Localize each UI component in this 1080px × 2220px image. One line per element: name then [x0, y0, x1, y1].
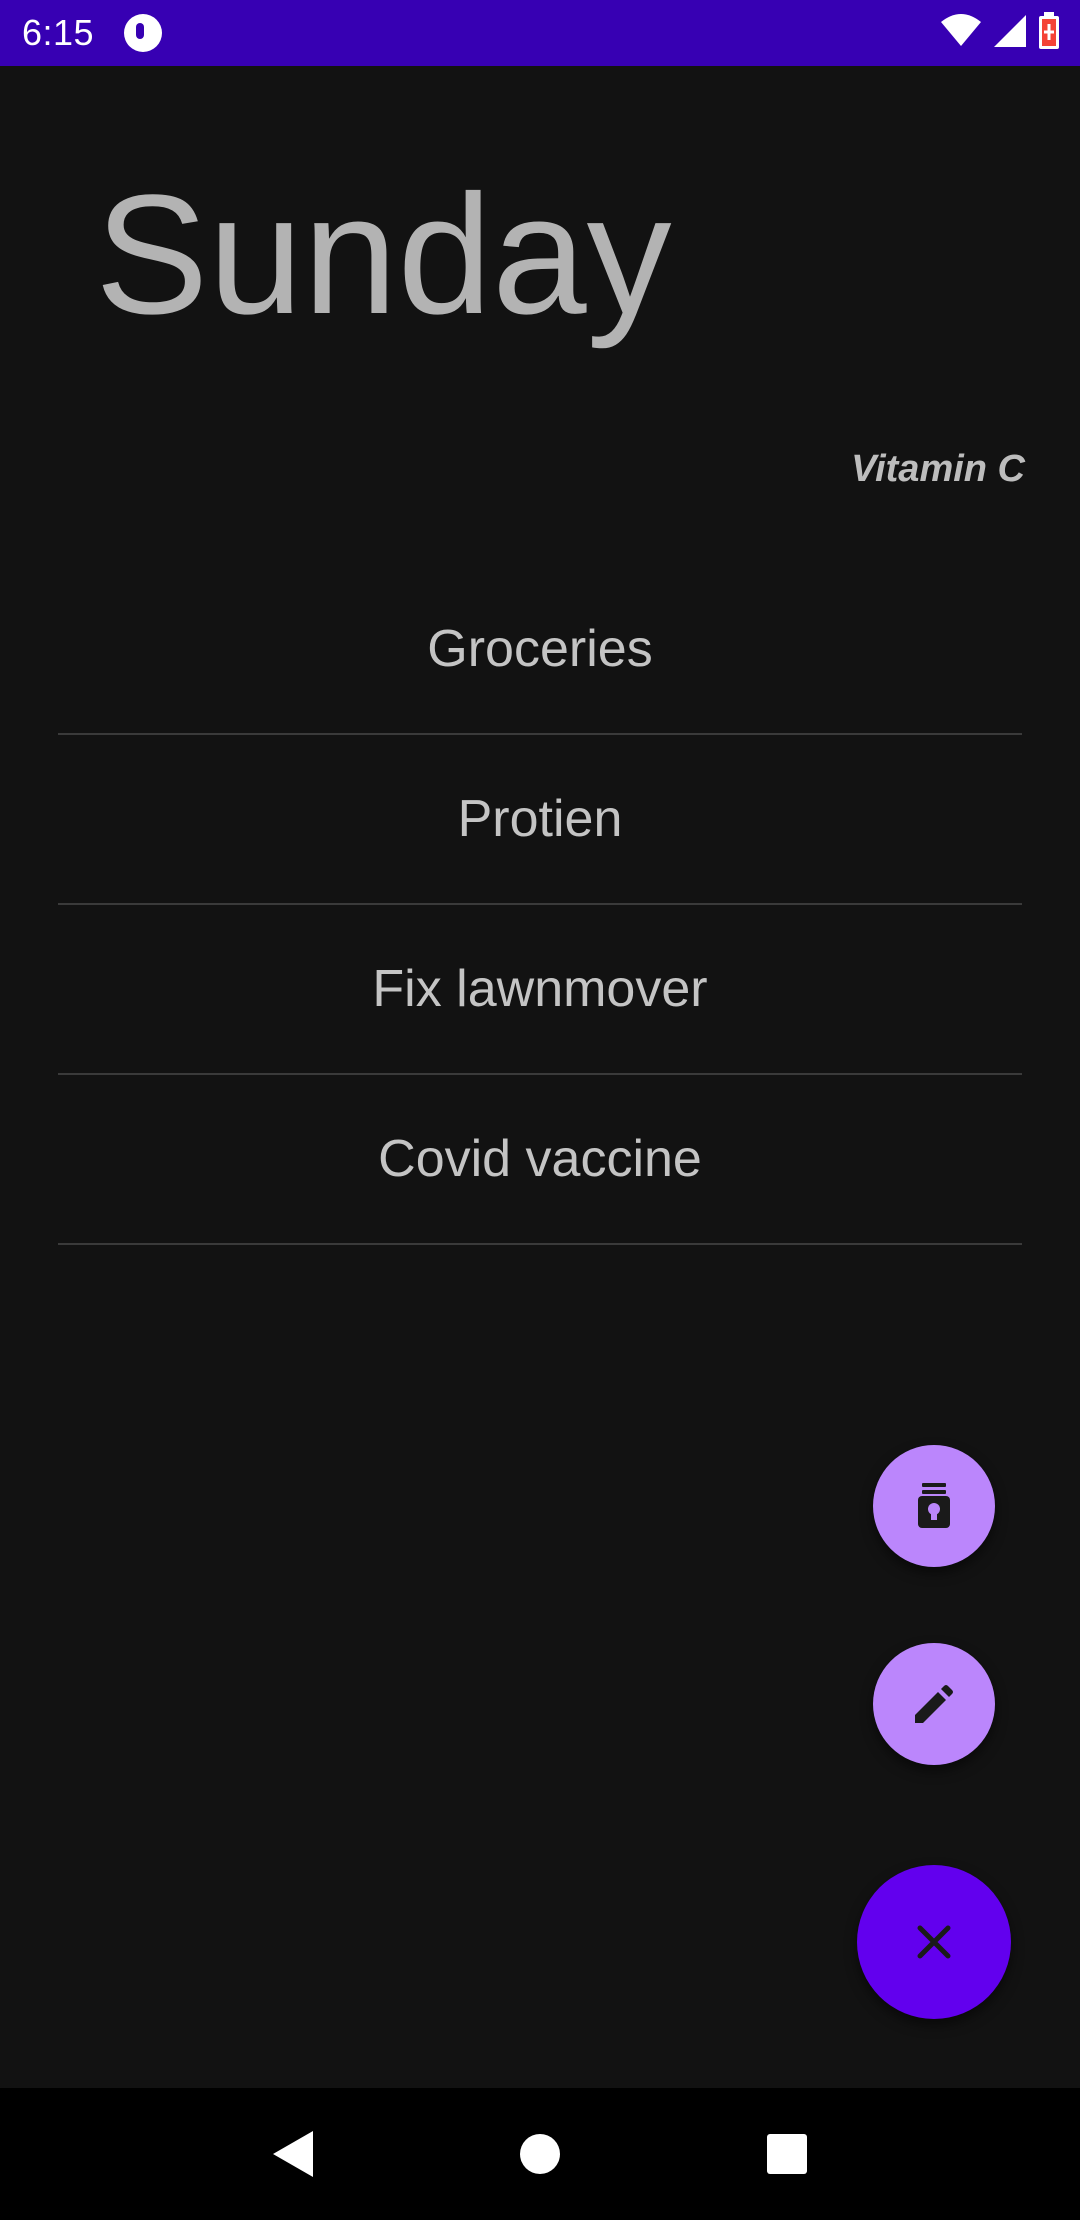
- status-icons: [940, 12, 1060, 50]
- page-title: Sunday: [95, 160, 672, 350]
- list-item-label: Covid vaccine: [378, 1130, 702, 1188]
- close-icon: [917, 1925, 951, 1959]
- battery-icon: [1039, 12, 1059, 49]
- list-item-label: Fix lawnmover: [372, 960, 708, 1018]
- status-bar: 6:15: [0, 0, 1080, 66]
- back-button[interactable]: [263, 2124, 323, 2184]
- pencil-icon: [915, 1685, 953, 1723]
- reminder-fab-button[interactable]: [873, 1445, 995, 1567]
- edit-fab-button[interactable]: [873, 1643, 995, 1765]
- back-triangle-icon: [273, 2131, 314, 2177]
- lightbulb-jar-icon: [918, 1483, 950, 1528]
- list-item[interactable]: Groceries: [58, 565, 1022, 735]
- status-time: 6:15: [22, 12, 95, 53]
- list-item-label: Protien: [457, 790, 623, 848]
- home-button[interactable]: [510, 2124, 570, 2184]
- list-item[interactable]: Fix lawnmover: [58, 905, 1022, 1075]
- recents-square-icon: [766, 2134, 807, 2174]
- wifi-icon: [941, 14, 981, 46]
- list-item[interactable]: Protien: [58, 735, 1022, 905]
- list-item-label: Groceries: [427, 620, 653, 678]
- page-subtitle: Vitamin C: [851, 448, 1025, 490]
- task-list: Groceries Protien Fix lawnmover Covid va…: [58, 565, 1022, 1245]
- home-circle-icon: [519, 2134, 560, 2174]
- close-fab-button[interactable]: [857, 1865, 1011, 2019]
- app-notification-icon: [124, 14, 163, 52]
- list-item[interactable]: Covid vaccine: [58, 1075, 1022, 1245]
- recents-button[interactable]: [757, 2124, 817, 2184]
- signal-icon: [994, 15, 1026, 47]
- system-nav-bar: [0, 2088, 1080, 2220]
